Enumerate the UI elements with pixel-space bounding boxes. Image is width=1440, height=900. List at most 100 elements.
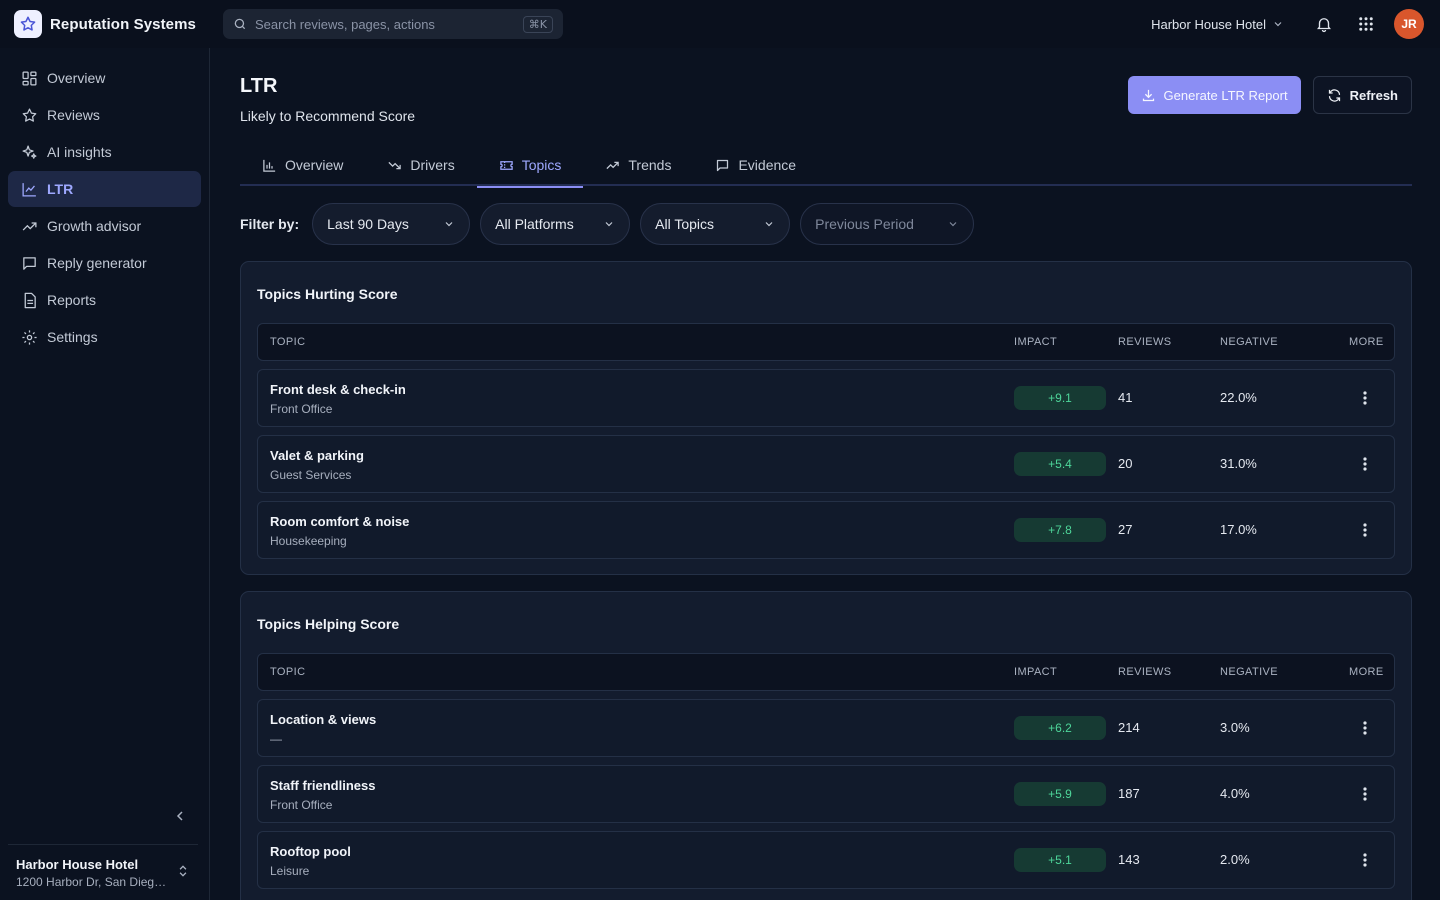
date-range-value: Last 90 Days: [327, 216, 409, 232]
sidebar-item-label: Growth advisor: [47, 218, 142, 234]
tab-trends[interactable]: Trends: [583, 144, 693, 186]
location-switcher[interactable]: Harbor House Hotel 1200 Harbor Dr, San D…: [8, 844, 198, 900]
table-row[interactable]: Valet & parking Guest Services +5.4 20 3…: [257, 435, 1395, 493]
gear-icon: [20, 328, 38, 346]
sidebar-item-reports[interactable]: Reports: [8, 282, 201, 318]
topic-name: Rooftop pool: [270, 844, 351, 859]
trending-up-icon: [20, 217, 38, 235]
line-chart-icon: [20, 180, 38, 198]
chevron-down-icon: [947, 218, 959, 230]
card-title: Topics Helping Score: [257, 616, 400, 632]
sidebar-item-overview[interactable]: Overview: [8, 60, 201, 96]
negative-percent: 4.0%: [1220, 786, 1250, 801]
download-icon: [1141, 88, 1156, 103]
review-count: 187: [1118, 786, 1140, 801]
trending-down-icon: [387, 158, 402, 173]
sidebar-item-reply-generator[interactable]: Reply generator: [8, 245, 201, 281]
notifications-button[interactable]: [1310, 10, 1338, 38]
ticket-icon: [499, 158, 514, 173]
ltr-tabs: Overview Drivers Topics Trends Evidence: [240, 144, 1412, 188]
column-header-more: MORE: [1349, 336, 1384, 348]
global-search[interactable]: ⌘K: [223, 9, 563, 39]
hotel-selector[interactable]: Harbor House Hotel: [1151, 17, 1284, 32]
review-count: 214: [1118, 720, 1140, 735]
topic-select[interactable]: All Topics: [640, 203, 791, 245]
compare-period-select[interactable]: Previous Period: [800, 203, 975, 245]
topic-category: Front Office: [270, 798, 333, 812]
date-range-select[interactable]: Last 90 Days: [312, 203, 471, 245]
negative-percent: 31.0%: [1220, 456, 1257, 471]
brand[interactable]: Reputation Systems: [14, 10, 223, 38]
card-title: Topics Hurting Score: [257, 286, 398, 302]
message-icon: [715, 158, 730, 173]
table-header: TOPIC IMPACT REVIEWS NEGATIVE MORE: [257, 653, 1395, 691]
sidebar-item-settings[interactable]: Settings: [8, 319, 201, 355]
apps-button[interactable]: [1352, 10, 1380, 38]
compare-period-value: Previous Period: [815, 216, 914, 232]
column-header-impact: IMPACT: [1014, 336, 1058, 348]
row-more-button[interactable]: [1355, 520, 1375, 540]
collapse-sidebar-button[interactable]: [172, 808, 190, 826]
refresh-button[interactable]: Refresh: [1312, 76, 1412, 114]
sidebar-item-ai-insights[interactable]: AI insights: [8, 134, 201, 170]
sidebar-item-label: Settings: [47, 329, 98, 345]
topics-hurting-card: Topics Hurting Score TOPIC IMPACT REVIEW…: [240, 261, 1412, 575]
more-vertical-icon: [1363, 523, 1367, 537]
column-header-more: MORE: [1349, 666, 1384, 678]
row-more-button[interactable]: [1355, 454, 1375, 474]
user-avatar[interactable]: JR: [1394, 9, 1424, 39]
search-input[interactable]: [255, 16, 523, 32]
table-header: TOPIC IMPACT REVIEWS NEGATIVE MORE: [257, 323, 1395, 361]
sidebar-item-ltr[interactable]: LTR: [8, 171, 201, 207]
row-more-button[interactable]: [1355, 718, 1375, 738]
column-header-negative: NEGATIVE: [1220, 666, 1279, 678]
chevron-down-icon: [763, 218, 775, 230]
chevron-down-icon: [443, 218, 455, 230]
tab-overview[interactable]: Overview: [240, 144, 365, 186]
row-more-button[interactable]: [1355, 388, 1375, 408]
more-vertical-icon: [1363, 721, 1367, 735]
tab-evidence[interactable]: Evidence: [693, 144, 818, 186]
topic-category: Leisure: [270, 864, 310, 878]
chevron-left-icon: [172, 808, 190, 824]
sidebar-item-growth-advisor[interactable]: Growth advisor: [8, 208, 201, 244]
row-more-button[interactable]: [1355, 850, 1375, 870]
table-row[interactable]: Front desk & check-in Front Office +9.1 …: [257, 369, 1395, 427]
refresh-icon: [1327, 88, 1342, 103]
sidebar-item-label: Reports: [47, 292, 97, 308]
tab-topics[interactable]: Topics: [476, 144, 584, 188]
tab-label: Topics: [521, 157, 562, 173]
review-count: 41: [1118, 390, 1133, 405]
platform-select[interactable]: All Platforms: [480, 203, 631, 245]
more-vertical-icon: [1363, 457, 1367, 471]
refresh-label: Refresh: [1349, 87, 1398, 103]
tab-label: Trends: [628, 157, 672, 173]
tab-label: Overview: [285, 157, 344, 173]
table-row[interactable]: Rooftop pool Leisure +5.1 143 2.0%: [257, 831, 1395, 889]
generate-report-button[interactable]: Generate LTR Report: [1127, 76, 1301, 114]
column-header-impact: IMPACT: [1014, 666, 1058, 678]
message-icon: [20, 254, 38, 272]
table-row[interactable]: Room comfort & noise Housekeeping +7.8 2…: [257, 501, 1395, 559]
bell-icon: [1315, 15, 1333, 33]
page-subtitle: Likely to Recommend Score: [240, 108, 416, 124]
page-actions: Generate LTR Report Refresh: [1127, 76, 1412, 114]
table-row[interactable]: Staff friendliness Front Office +5.9 187…: [257, 765, 1395, 823]
row-more-button[interactable]: [1355, 784, 1375, 804]
topic-name: Front desk & check-in: [270, 382, 406, 397]
topic-value: All Topics: [655, 216, 715, 232]
bar-chart-icon: [262, 158, 277, 173]
tab-label: Drivers: [410, 157, 455, 173]
hotel-selector-label: Harbor House Hotel: [1151, 16, 1266, 32]
negative-percent: 3.0%: [1220, 720, 1250, 735]
tab-drivers[interactable]: Drivers: [365, 144, 476, 186]
review-count: 143: [1118, 852, 1140, 867]
topic-name: Staff friendliness: [270, 778, 376, 793]
top-bar: Reputation Systems ⌘K Harbor House Hotel…: [0, 0, 1440, 48]
topic-category: Housekeeping: [270, 534, 347, 548]
review-count: 27: [1118, 522, 1133, 537]
column-header-reviews: REVIEWS: [1118, 336, 1172, 348]
app-name: Reputation Systems: [50, 15, 196, 33]
table-row[interactable]: Location & views — +6.2 214 3.0%: [257, 699, 1395, 757]
sidebar-item-reviews[interactable]: Reviews: [8, 97, 201, 133]
